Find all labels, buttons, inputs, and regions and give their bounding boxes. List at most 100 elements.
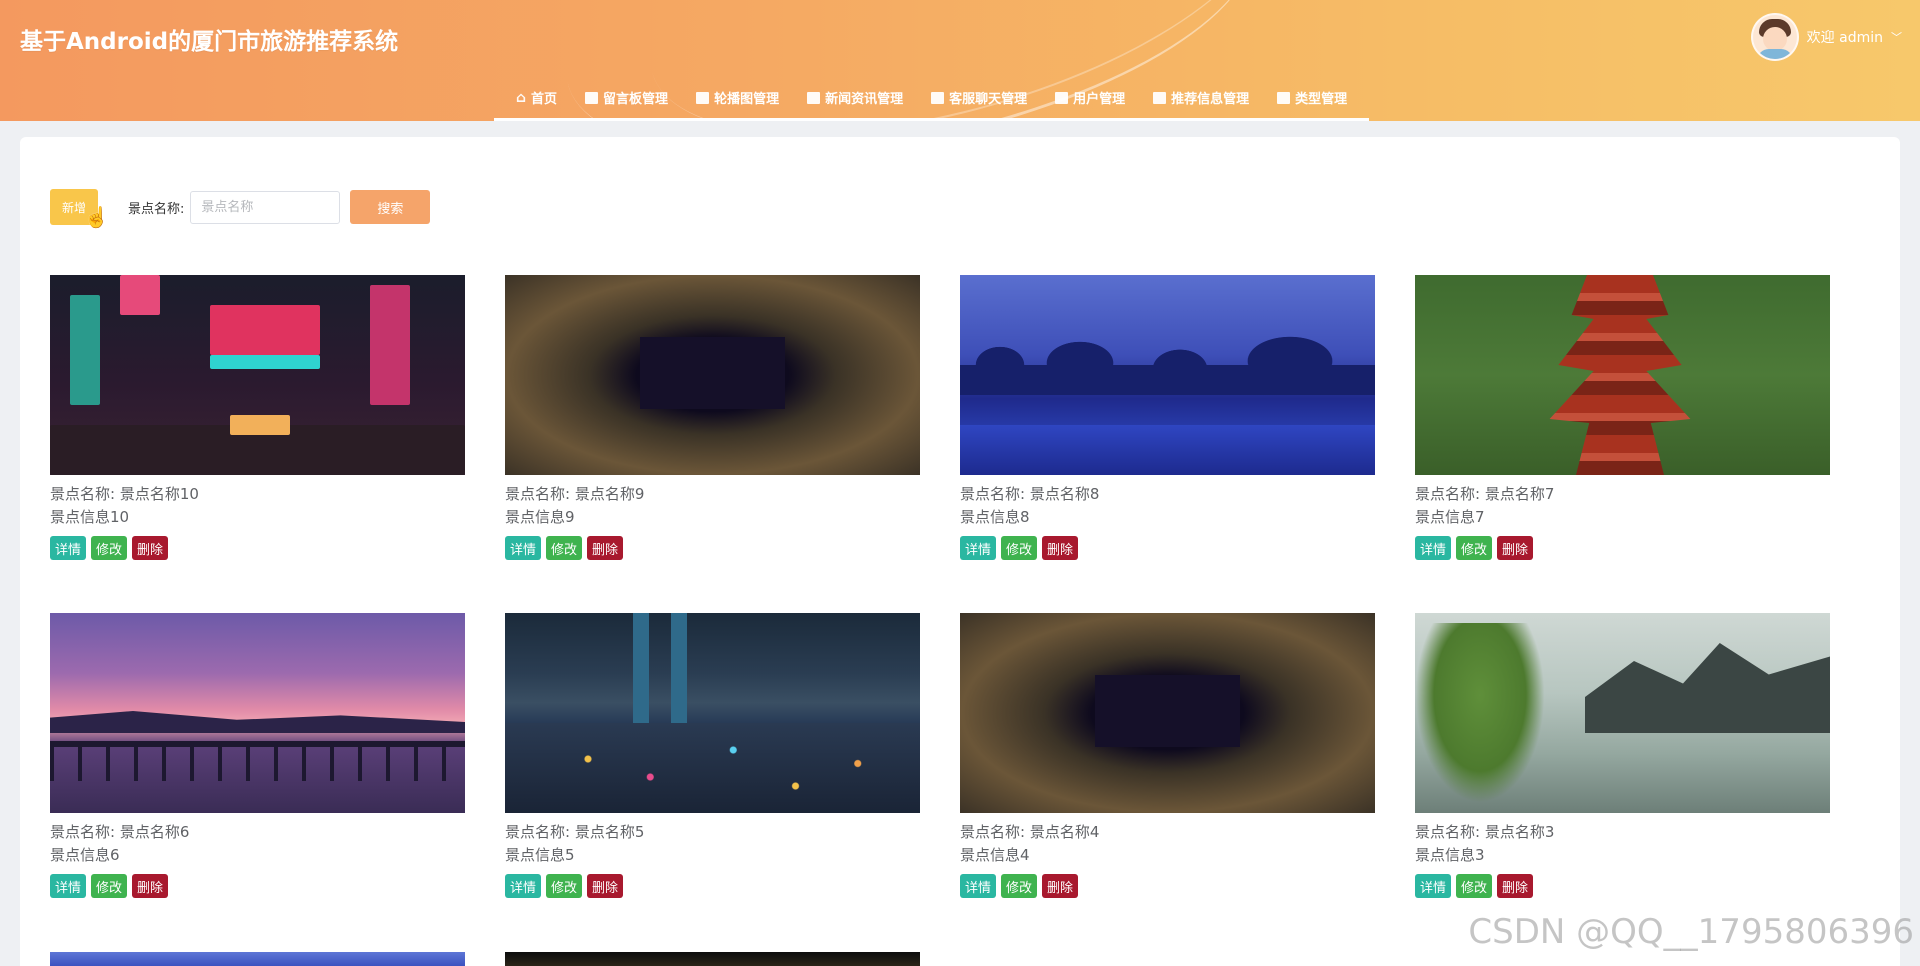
edit-button[interactable]: 修改 [91, 874, 128, 898]
attraction-image[interactable] [505, 952, 920, 966]
detail-button[interactable]: 详情 [505, 536, 542, 560]
attraction-image[interactable] [50, 275, 465, 475]
attraction-info: 景点信息8 [960, 508, 1030, 526]
nav-item-label: 类型管理 [1295, 92, 1348, 107]
attraction-info: 景点信息10 [50, 508, 130, 526]
chevron-down-icon[interactable]: ﹀ [1891, 29, 1902, 45]
nav-item-chat[interactable]: 客服聊天管理 [917, 82, 1041, 113]
edit-button[interactable]: 修改 [91, 536, 128, 560]
main-nav: ⌂ 首页 留言板管理 轮播图管理 新闻资讯管理 客服聊天管理 用户管理 推荐信息… [494, 82, 1370, 121]
nav-item-label: 推荐信息管理 [1171, 92, 1250, 107]
attraction-image[interactable] [1415, 613, 1830, 813]
attraction-info: 景点信息3 [1415, 846, 1485, 864]
attraction-image[interactable] [1415, 275, 1830, 475]
attraction-card: 景点名称: 景点名称7 景点信息7 详情 修改 删除 [1415, 275, 1830, 613]
board-icon [585, 91, 599, 104]
type-icon [1277, 91, 1291, 104]
user-menu[interactable]: 欢迎 admin ﹀ [1750, 12, 1902, 62]
delete-button[interactable]: 删除 [132, 874, 169, 898]
delete-button[interactable]: 删除 [1042, 874, 1079, 898]
card-actions: 详情 修改 删除 [960, 874, 1375, 898]
user-greeting[interactable]: 欢迎 admin [1807, 27, 1883, 47]
attraction-info: 景点信息9 [505, 508, 575, 526]
edit-button[interactable]: 修改 [1456, 536, 1493, 560]
attraction-image[interactable] [50, 952, 465, 966]
detail-button[interactable]: 详情 [1415, 536, 1452, 560]
nav-item-users[interactable]: 用户管理 [1041, 82, 1139, 113]
attraction-name: 景点名称: 景点名称7 [1415, 485, 1555, 503]
app-title: 基于Android的厦门市旅游推荐系统 [20, 29, 399, 55]
search-label: 景点名称: [128, 201, 185, 217]
detail-button[interactable]: 详情 [960, 536, 997, 560]
card-actions: 详情 修改 删除 [50, 536, 465, 560]
edit-button[interactable]: 修改 [1001, 536, 1038, 560]
edit-button[interactable]: 修改 [546, 874, 583, 898]
nav-item-label: 轮播图管理 [714, 92, 780, 107]
attraction-image[interactable] [505, 613, 920, 813]
attraction-image[interactable] [960, 275, 1375, 475]
edit-button[interactable]: 修改 [546, 536, 583, 560]
attraction-image[interactable] [960, 613, 1375, 813]
delete-button[interactable]: 删除 [587, 874, 624, 898]
delete-button[interactable]: 删除 [132, 536, 169, 560]
search-input[interactable] [190, 190, 341, 224]
attraction-card: 景点名称: 景点名称10 景点信息10 详情 修改 删除 [50, 275, 465, 613]
nav-item-message-board[interactable]: 留言板管理 [571, 82, 682, 113]
attraction-name: 景点名称: 景点名称10 [50, 485, 199, 503]
watermark: CSDN @QQ__1795806396 [1468, 912, 1914, 952]
attraction-name: 景点名称: 景点名称8 [960, 485, 1100, 503]
card-actions: 详情 修改 删除 [1415, 536, 1830, 560]
nav-item-news[interactable]: 新闻资讯管理 [793, 82, 917, 113]
attraction-name: 景点名称: 景点名称6 [50, 823, 190, 841]
carousel-icon [696, 91, 710, 104]
chat-icon [931, 91, 945, 104]
attraction-card: 景点名称: 景点名称4 景点信息4 详情 修改 删除 [960, 613, 1375, 951]
attraction-info: 景点信息7 [1415, 508, 1485, 526]
attraction-image[interactable] [50, 613, 465, 813]
nav-item-label: 首页 [531, 92, 558, 107]
card-actions: 详情 修改 删除 [50, 874, 465, 898]
recommend-icon [1153, 91, 1167, 104]
delete-button[interactable]: 删除 [1497, 536, 1534, 560]
attraction-card: 景点名称: 景点名称6 景点信息6 详情 修改 删除 [50, 613, 465, 951]
partial-card-row [50, 952, 920, 966]
detail-button[interactable]: 详情 [960, 874, 997, 898]
top-header: 基于Android的厦门市旅游推荐系统 欢迎 admin ﹀ ⌂ 首页 留言板管… [0, 0, 1920, 121]
attraction-info: 景点信息4 [960, 846, 1030, 864]
delete-button[interactable]: 删除 [1042, 536, 1079, 560]
attraction-grid: 景点名称: 景点名称10 景点信息10 详情 修改 删除 景点名称: 景点名称9… [50, 275, 1850, 951]
detail-button[interactable]: 详情 [50, 536, 87, 560]
nav-item-recommend[interactable]: 推荐信息管理 [1139, 82, 1263, 113]
attraction-info: 景点信息5 [505, 846, 575, 864]
toolbar: 新增 ☝ 景点名称: 搜索 [50, 187, 431, 229]
attraction-name: 景点名称: 景点名称3 [1415, 823, 1555, 841]
attraction-card: 景点名称: 景点名称9 景点信息9 详情 修改 删除 [505, 275, 920, 613]
card-actions: 详情 修改 删除 [960, 536, 1375, 560]
nav-item-label: 留言板管理 [603, 92, 669, 107]
nav-item-label: 用户管理 [1073, 92, 1126, 107]
search-button[interactable]: 搜索 [350, 190, 431, 224]
attraction-info: 景点信息6 [50, 846, 120, 864]
attraction-name: 景点名称: 景点名称5 [505, 823, 645, 841]
detail-button[interactable]: 详情 [50, 874, 87, 898]
detail-button[interactable]: 详情 [1415, 874, 1452, 898]
hand-cursor-icon: ☝ [84, 207, 109, 229]
attraction-image[interactable] [505, 275, 920, 475]
nav-item-carousel[interactable]: 轮播图管理 [682, 82, 793, 113]
nav-item-types[interactable]: 类型管理 [1263, 82, 1361, 113]
card-actions: 详情 修改 删除 [505, 536, 920, 560]
nav-item-label: 新闻资讯管理 [825, 92, 904, 107]
home-icon: ⌂ [516, 89, 527, 106]
nav-item-home[interactable]: ⌂ 首页 [502, 82, 571, 113]
user-icon [1055, 91, 1069, 104]
attraction-card: 景点名称: 景点名称8 景点信息8 详情 修改 删除 [960, 275, 1375, 613]
delete-button[interactable]: 删除 [1497, 874, 1534, 898]
detail-button[interactable]: 详情 [505, 874, 542, 898]
edit-button[interactable]: 修改 [1456, 874, 1493, 898]
attraction-card: 景点名称: 景点名称3 景点信息3 详情 修改 删除 [1415, 613, 1830, 951]
avatar[interactable] [1750, 13, 1799, 61]
news-icon [807, 91, 821, 104]
edit-button[interactable]: 修改 [1001, 874, 1038, 898]
add-button[interactable]: 新增 ☝ [50, 189, 109, 229]
delete-button[interactable]: 删除 [587, 536, 624, 560]
